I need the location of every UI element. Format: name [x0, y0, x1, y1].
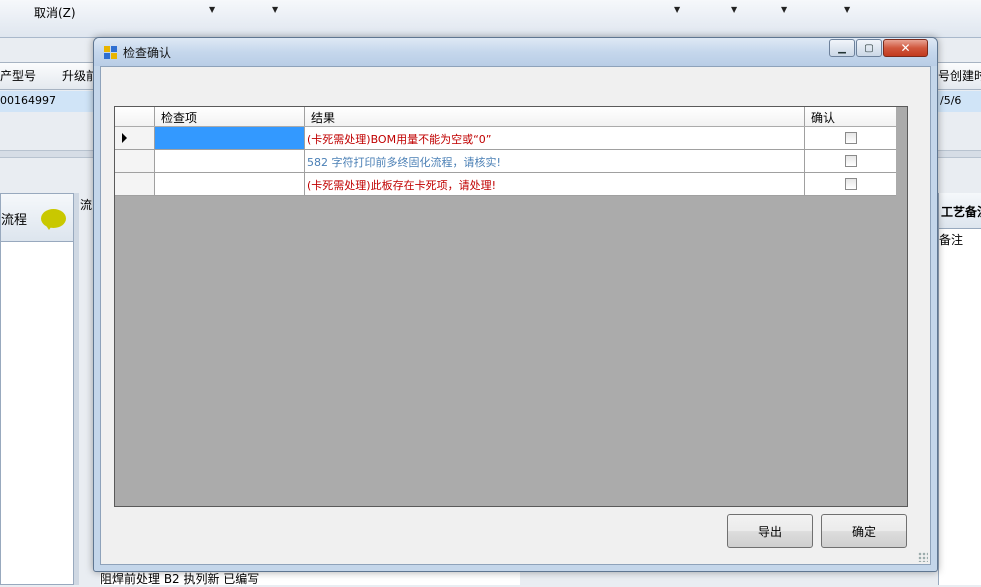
right-panel-subtitle: 备注 — [939, 233, 964, 247]
minimize-icon: ▁ — [838, 42, 846, 54]
column-confirm[interactable]: 确认 — [805, 107, 896, 126]
result-cell[interactable]: (卡死需处理)BOM用量不能为空或“0” — [305, 127, 805, 149]
result-cell[interactable]: (卡死需处理)此板存在卡死项，请处理! — [305, 173, 805, 195]
check-item-cell[interactable] — [155, 150, 305, 172]
middle-panel-title: 流 — [80, 198, 93, 212]
dialog-titlebar[interactable]: 检查确认 ▁ ▢ ✕ — [94, 38, 937, 66]
cancel-menu[interactable]: 取消(Z) — [34, 4, 76, 21]
right-panel-header: 工艺备注 — [939, 193, 981, 229]
ok-button[interactable]: 确定 — [821, 514, 907, 548]
maximize-icon: ▢ — [864, 42, 874, 54]
dropdown-arrow-icon[interactable]: ▼ — [781, 5, 787, 14]
column-result[interactable]: 结果 — [305, 107, 805, 126]
grid-header: 检查项 结果 确认 — [115, 107, 896, 126]
confirm-checkbox[interactable] — [845, 132, 857, 144]
background-toolbar: 取消(Z) ▼ ▼ ▼ ▼ ▼ ▼ — [0, 0, 981, 38]
check-confirm-dialog: 检查确认 ▁ ▢ ✕ 检查项 结果 确认 (卡死需处理)BOM用量不能为空或“0… — [93, 37, 938, 572]
check-grid: 检查项 结果 确认 (卡死需处理)BOM用量不能为空或“0” 582 字符打印前… — [114, 106, 908, 507]
dropdown-arrow-icon[interactable]: ▼ — [209, 5, 215, 14]
app-icon — [104, 46, 117, 59]
table-row[interactable]: (卡死需处理)BOM用量不能为空或“0” — [115, 127, 896, 150]
minimize-button[interactable]: ▁ — [829, 39, 855, 57]
dropdown-arrow-icon[interactable]: ▼ — [272, 5, 278, 14]
row-header[interactable] — [115, 127, 155, 149]
check-item-cell[interactable] — [155, 127, 305, 149]
confirm-checkbox[interactable] — [845, 178, 857, 190]
column-created[interactable]: 号创建时 — [938, 67, 981, 84]
left-panel-header: 流程 — [1, 194, 73, 242]
row-header[interactable] — [115, 150, 155, 172]
panel-splitter[interactable] — [74, 193, 79, 585]
table-row[interactable]: (卡死需处理)此板存在卡死项，请处理! — [115, 173, 896, 196]
resize-grip[interactable] — [918, 552, 928, 562]
dialog-body: 检查项 结果 确认 (卡死需处理)BOM用量不能为空或“0” 582 字符打印前… — [100, 66, 931, 565]
speech-bubble-icon[interactable] — [41, 209, 66, 230]
right-panel-title: 工艺备注 — [941, 205, 981, 219]
row-header-corner[interactable] — [115, 107, 155, 126]
dropdown-arrow-icon[interactable]: ▼ — [844, 5, 850, 14]
export-button[interactable]: 导出 — [727, 514, 813, 548]
grid-scroll-area — [896, 107, 907, 506]
table-row[interactable]: 582 字符打印前多终固化流程，请核实! — [115, 150, 896, 173]
left-panel: 流程 — [0, 193, 74, 585]
close-button[interactable]: ✕ — [883, 39, 928, 57]
current-row-icon — [122, 133, 127, 143]
left-panel-title: 流程 — [1, 213, 28, 228]
row-header[interactable] — [115, 173, 155, 195]
background-list-row[interactable]: 阻焊前处理 B2 执列新 已编写 — [100, 570, 520, 586]
check-item-cell[interactable] — [155, 173, 305, 195]
maximize-button[interactable]: ▢ — [856, 39, 882, 57]
close-icon: ✕ — [900, 41, 911, 55]
row-date: /5/6 — [940, 94, 962, 107]
dropdown-arrow-icon[interactable]: ▼ — [731, 5, 737, 14]
confirm-cell[interactable] — [805, 150, 896, 172]
confirm-cell[interactable] — [805, 127, 896, 149]
confirm-cell[interactable] — [805, 173, 896, 195]
dropdown-arrow-icon[interactable]: ▼ — [674, 5, 680, 14]
column-product-model[interactable]: 产型号 — [0, 67, 36, 84]
row-id: 00164997 — [0, 94, 56, 107]
column-check-item[interactable]: 检查项 — [155, 107, 305, 126]
right-panel: 工艺备注 备注 — [938, 193, 981, 585]
confirm-checkbox[interactable] — [845, 155, 857, 167]
dialog-title: 检查确认 — [123, 46, 172, 60]
result-cell[interactable]: 582 字符打印前多终固化流程，请核实! — [305, 150, 805, 172]
